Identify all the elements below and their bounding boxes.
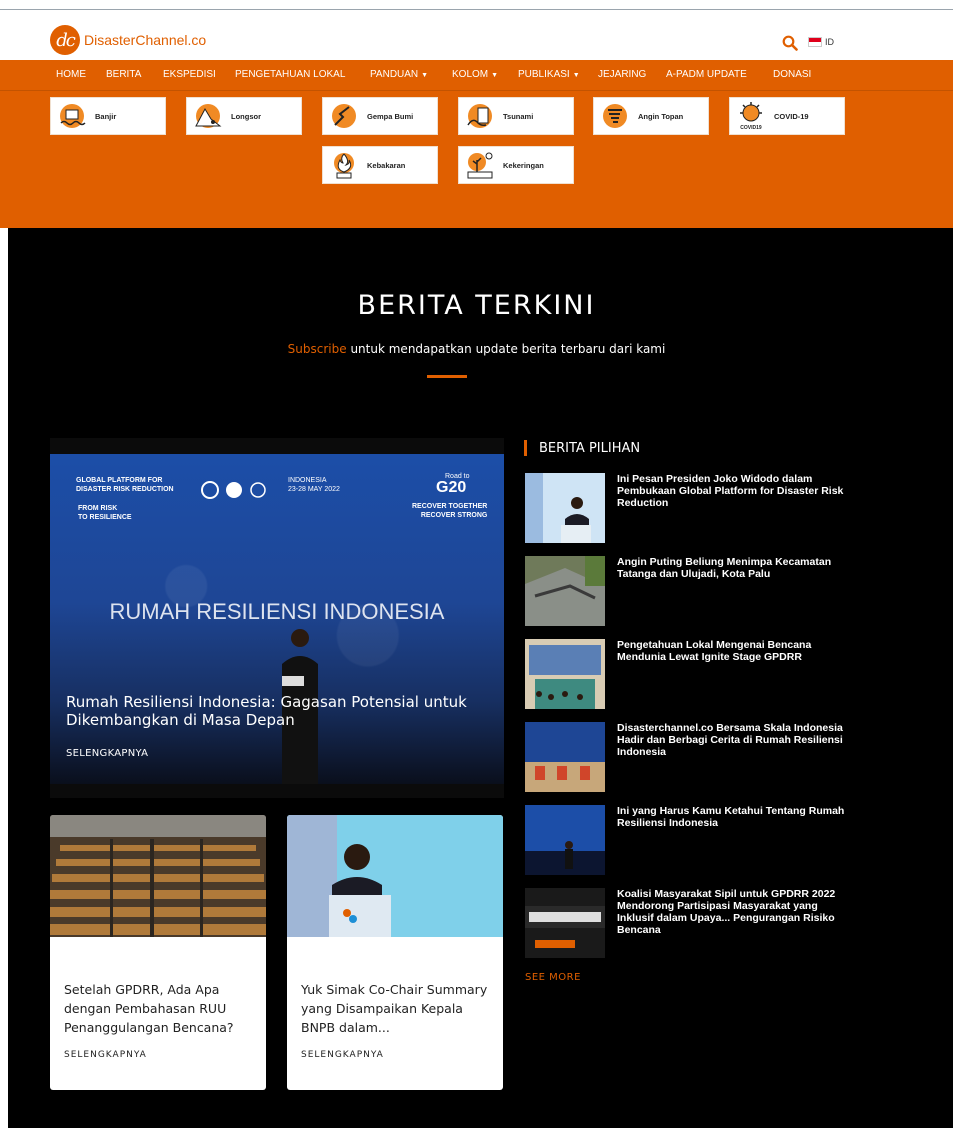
flood-icon: [60, 104, 86, 128]
sidebar-article[interactable]: Ini yang Harus Kamu Ketahui Tentang Ruma…: [525, 805, 855, 877]
browser-top-edge: [0, 0, 953, 10]
article-read-more[interactable]: SELENGKAPNYA: [64, 1050, 147, 1060]
language-switcher[interactable]: ID: [808, 37, 834, 47]
logo-name: DisasterChannel: [84, 32, 188, 48]
category-kebakaran[interactable]: Kebakaran: [322, 146, 438, 184]
category-label: Gempa Bumi: [367, 111, 414, 121]
logo-text: DisasterChannel.co: [84, 32, 206, 48]
logo-mark: dc: [50, 25, 80, 55]
article-card[interactable]: Setelah GPDRR, Ada Apa dengan Pembahasan…: [50, 815, 266, 1090]
banner-g20: G20: [436, 479, 467, 496]
nav-apadm-update[interactable]: A-PADM UPDATE: [666, 69, 747, 80]
nav-panduan-label: PANDUAN: [370, 69, 419, 80]
nav-kolom-label: KOLOM: [452, 69, 489, 80]
featured-title[interactable]: Rumah Resiliensi Indonesia: Gagasan Pote…: [66, 693, 496, 729]
category-covid-19[interactable]: COVID19 COVID-19: [729, 97, 845, 135]
sidebar-article[interactable]: Disasterchannel.co Bersama Skala Indones…: [525, 722, 855, 794]
search-icon[interactable]: [782, 35, 798, 51]
sidebar-article[interactable]: Pengetahuan Lokal Mengenai Bencana Mendu…: [525, 639, 855, 711]
article-card[interactable]: Yuk Simak Co-Chair Summary yang Disampai…: [287, 815, 503, 1090]
nav-home[interactable]: HOME: [56, 69, 86, 80]
landslide-icon: [195, 104, 222, 128]
drought-icon: [467, 152, 493, 179]
article-thumbnail: [525, 639, 605, 709]
nav-panduan[interactable]: PANDUAN ▼: [370, 69, 428, 80]
sidebar-article-title[interactable]: Koalisi Masyarakat Sipil untuk GPDRR 202…: [617, 888, 855, 936]
category-banjir[interactable]: Banjir: [50, 97, 166, 135]
subtitle-text: untuk mendapatkan update berita terbaru …: [346, 342, 666, 356]
category-label: Banjir: [95, 111, 117, 121]
nav-berita[interactable]: BERITA: [106, 69, 141, 80]
category-label: Angin Topan: [638, 111, 684, 121]
sidebar-heading: BERITA PILIHAN: [524, 440, 640, 456]
article-title[interactable]: Yuk Simak Co-Chair Summary yang Disampai…: [301, 980, 496, 1037]
category-label: Kebakaran: [367, 160, 406, 170]
indonesia-flag-icon: [808, 37, 822, 47]
virus-icon-text: COVID19: [740, 125, 762, 131]
sidebar-article[interactable]: Angin Puting Beliung Menimpa Kecamatan T…: [525, 556, 855, 628]
logo-tld: .co: [187, 32, 207, 48]
banner-title: RUMAH RESILIENSI INDONESIA: [109, 599, 445, 624]
nav-jejaring[interactable]: JEJARING: [598, 69, 646, 80]
chevron-down-icon: ▼: [421, 72, 429, 79]
main-nav: HOME BERITA EKSPEDISI PENGETAHUAN LOKAL …: [0, 60, 953, 91]
banner-platform-text: GLOBAL PLATFORM FOR DISASTER RISK REDUCT…: [76, 477, 174, 493]
category-longsor[interactable]: Longsor: [186, 97, 302, 135]
tsunami-icon: [467, 104, 492, 128]
nav-publikasi[interactable]: PUBLIKASI ▼: [518, 69, 580, 80]
category-label: Longsor: [231, 111, 261, 121]
sidebar-article-title[interactable]: Disasterchannel.co Bersama Skala Indones…: [617, 722, 855, 758]
category-label: Kekeringan: [503, 160, 544, 170]
sidebar-article-title[interactable]: Ini yang Harus Kamu Ketahui Tentang Ruma…: [617, 805, 855, 829]
bnpb-speaker-image: [287, 815, 503, 937]
featured-image: GLOBAL PLATFORM FOR DISASTER RISK REDUCT…: [50, 454, 504, 784]
virus-icon: COVID19: [740, 102, 762, 131]
earthquake-icon: [332, 104, 356, 128]
subscribe-link[interactable]: Subscribe: [288, 342, 347, 356]
chevron-down-icon: ▼: [572, 72, 580, 79]
banner-location: INDONESIA 23-28 MAY 2022: [288, 477, 340, 493]
see-more-link[interactable]: SEE MORE: [525, 972, 581, 983]
sidebar-article[interactable]: Ini Pesan Presiden Joko Widodo dalam Pem…: [525, 473, 855, 545]
fire-icon: [334, 153, 354, 179]
nav-ekspedisi[interactable]: EKSPEDISI: [163, 69, 216, 80]
nav-donasi[interactable]: DONASI: [773, 69, 811, 80]
category-kekeringan[interactable]: Kekeringan: [458, 146, 574, 184]
storm-icon: [603, 104, 627, 128]
section-subtitle: Subscribe untuk mendapatkan update berit…: [0, 342, 953, 356]
category-label: Tsunami: [503, 111, 534, 121]
sidebar-article-title[interactable]: Ini Pesan Presiden Joko Widodo dalam Pem…: [617, 473, 855, 509]
category-angin-topan[interactable]: Angin Topan: [593, 97, 709, 135]
featured-article[interactable]: GLOBAL PLATFORM FOR DISASTER RISK REDUCT…: [50, 438, 504, 798]
heading-accent-bar: [524, 440, 527, 456]
category-label: COVID-19: [774, 111, 809, 121]
parliament-image: [50, 815, 266, 937]
article-thumbnail: [525, 805, 605, 875]
title-divider: [427, 375, 467, 378]
site-header: dc DisasterChannel.co ID: [0, 10, 953, 60]
category-gempa-bumi[interactable]: Gempa Bumi: [322, 97, 438, 135]
nav-pengetahuan-lokal[interactable]: PENGETAHUAN LOKAL: [235, 69, 345, 80]
article-title[interactable]: Setelah GPDRR, Ada Apa dengan Pembahasan…: [64, 980, 259, 1037]
sidebar-heading-text: BERITA PILIHAN: [539, 440, 641, 456]
article-thumbnail: [525, 888, 605, 958]
article-read-more[interactable]: SELENGKAPNYA: [301, 1050, 384, 1060]
section-title: BERITA TERKINI: [357, 290, 596, 321]
article-thumbnail: [525, 722, 605, 792]
banner-slogan: FROM RISK TO RESILIENCE: [78, 505, 132, 521]
featured-read-more[interactable]: SELENGKAPNYA: [66, 748, 148, 759]
chevron-down-icon: ▼: [491, 72, 499, 79]
gpdrr-logo-icon: [201, 481, 266, 499]
language-label: ID: [825, 37, 834, 47]
sidebar-article[interactable]: Koalisi Masyarakat Sipil untuk GPDRR 202…: [525, 888, 855, 960]
nav-kolom[interactable]: KOLOM ▼: [452, 69, 498, 80]
banner-recover: RECOVER TOGETHER RECOVER STRONG: [412, 503, 488, 519]
article-thumbnail: [525, 556, 605, 626]
nav-publikasi-label: PUBLIKASI: [518, 69, 570, 80]
article-thumbnail: [525, 473, 605, 543]
sidebar-article-title[interactable]: Pengetahuan Lokal Mengenai Bencana Mendu…: [617, 639, 855, 663]
category-tsunami[interactable]: Tsunami: [458, 97, 574, 135]
sidebar-article-title[interactable]: Angin Puting Beliung Menimpa Kecamatan T…: [617, 556, 855, 580]
site-logo[interactable]: dc DisasterChannel.co: [50, 25, 206, 55]
